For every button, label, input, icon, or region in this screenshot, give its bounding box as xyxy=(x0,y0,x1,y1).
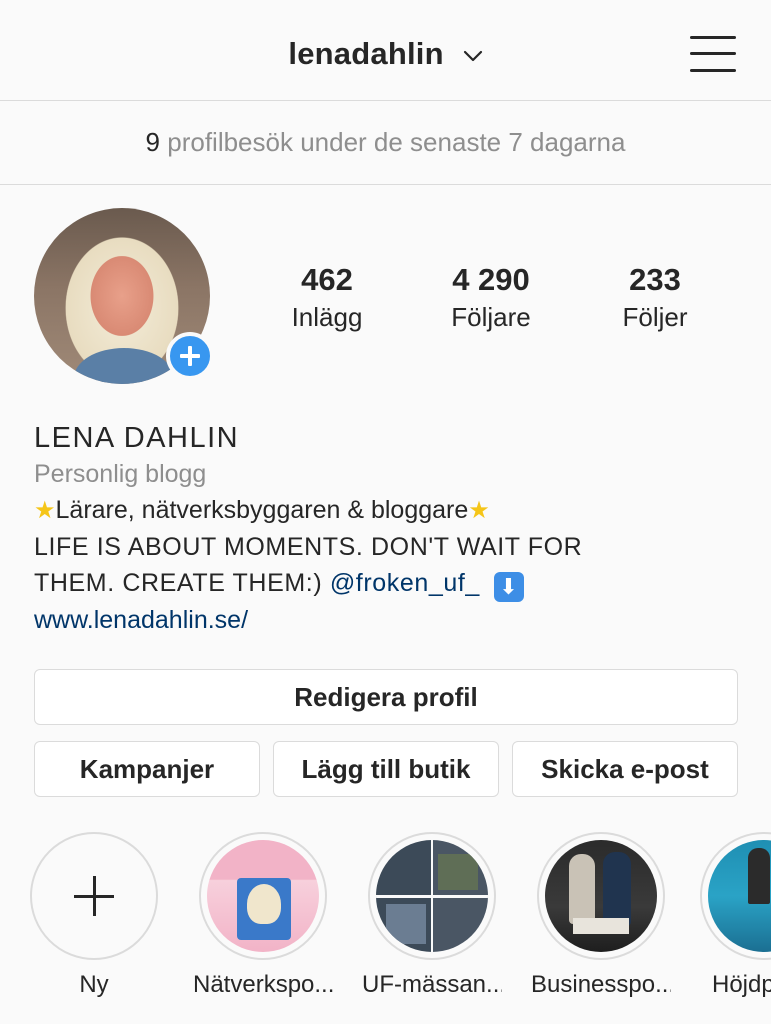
highlight-ring xyxy=(199,832,327,960)
stat-posts[interactable]: 462 Inlägg xyxy=(242,262,412,334)
cover-shape xyxy=(603,852,631,926)
highlight-hojdpunkter[interactable]: Höjdpu xyxy=(700,832,771,1000)
profile-visits-count: 9 xyxy=(145,127,160,157)
highlight-cover-image xyxy=(376,840,488,952)
stat-posts-value: 462 xyxy=(301,262,353,297)
highlight-natverkspodden[interactable]: Nätverkspo... xyxy=(193,832,333,1000)
stat-following-value: 233 xyxy=(629,262,681,297)
profile-category: Personlig blogg xyxy=(34,460,207,488)
bio-line-3-text: THEM. CREATE THEM:) xyxy=(34,569,323,597)
username-title: lenadahlin xyxy=(288,36,444,71)
star-icon: ★ xyxy=(34,497,56,524)
cover-shape xyxy=(247,884,281,924)
cover-shape xyxy=(438,854,478,890)
cover-shape xyxy=(386,904,426,944)
stat-followers-value: 4 290 xyxy=(452,262,530,297)
top-bar: lenadahlin xyxy=(0,0,771,101)
stat-following[interactable]: 233 Följer xyxy=(570,262,740,334)
highlight-ring xyxy=(537,832,665,960)
profile-visits-banner[interactable]: 9 profilbesök under de senaste 7 dagarna xyxy=(0,100,771,185)
highlight-label: Höjdpu xyxy=(712,971,771,998)
highlight-cover-image xyxy=(708,840,771,952)
bio-line-1-text: Lärare, nätverksbyggaren & bloggare xyxy=(55,496,469,524)
highlight-label: Ny xyxy=(79,971,109,998)
highlight-label: Nätverkspo... xyxy=(193,971,333,998)
highlight-new-ring xyxy=(30,832,158,960)
account-switcher[interactable]: lenadahlin xyxy=(0,36,771,72)
highlight-cover-image xyxy=(207,840,319,952)
highlight-ring xyxy=(700,832,771,960)
profile-name: LENA DAHLIN xyxy=(34,422,240,454)
bio-line-2: LIFE IS ABOUT MOMENTS. DON'T WAIT FOR xyxy=(34,533,583,561)
cover-badge xyxy=(573,918,629,934)
down-arrow-icon: ⬇ xyxy=(493,572,524,602)
bio-line-1: ★Lärare, nätverksbyggaren & bloggare★ xyxy=(34,492,754,529)
highlight-label: UF-mässan... xyxy=(362,971,502,998)
highlight-businesspodden[interactable]: Businesspo... xyxy=(531,832,671,1000)
profile-visits-text: profilbesök under de senaste 7 dagarna xyxy=(167,127,626,157)
avatar-shirt xyxy=(74,348,174,384)
stat-posts-label: Inlägg xyxy=(291,302,363,332)
email-button[interactable]: Skicka e-post xyxy=(512,741,738,797)
cover-shape xyxy=(748,848,770,904)
highlight-label: Businesspo... xyxy=(531,971,671,998)
stat-followers[interactable]: 4 290 Följare xyxy=(406,262,576,334)
plus-icon xyxy=(74,876,114,916)
stat-following-label: Följer xyxy=(622,302,688,332)
highlight-cover-image xyxy=(545,840,657,952)
highlight-uf-massan[interactable]: UF-mässan... xyxy=(362,832,502,1000)
edit-profile-button[interactable]: Redigera profil xyxy=(34,669,738,725)
website-link[interactable]: www.lenadahlin.se/ xyxy=(34,602,754,638)
bio-line-3: THEM. CREATE THEM:) @froken_uf_ ⬇ xyxy=(34,565,754,602)
star-icon: ★ xyxy=(468,497,490,524)
stat-followers-label: Följare xyxy=(451,302,531,332)
highlight-ring xyxy=(368,832,496,960)
hamburger-icon[interactable] xyxy=(690,34,736,74)
cover-shape xyxy=(569,854,595,924)
chevron-down-icon xyxy=(463,50,482,61)
add-story-plus-icon[interactable] xyxy=(166,332,214,380)
profile-bio: LENA DAHLIN Personlig blogg ★Lärare, nät… xyxy=(34,420,754,638)
highlight-new[interactable]: Ny xyxy=(24,832,164,1000)
cover-divider xyxy=(376,895,488,898)
add-shop-button[interactable]: Lägg till butik xyxy=(273,741,499,797)
bio-mention-link[interactable]: @froken_uf_ xyxy=(330,569,480,597)
promotions-button[interactable]: Kampanjer xyxy=(34,741,260,797)
